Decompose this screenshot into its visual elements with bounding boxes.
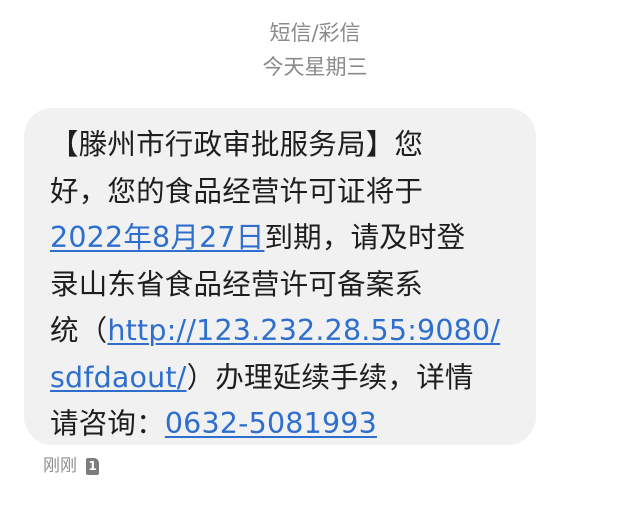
message-text: 请咨询： (50, 407, 165, 440)
expiry-date-link[interactable]: 2022年8月27日 (50, 221, 264, 254)
message-line: 请咨询：0632-5081993 (50, 401, 522, 448)
message-timestamp: 刚刚 (43, 456, 77, 476)
sim-card-icon: 1 (86, 457, 99, 475)
url-link[interactable]: http://123.232.28.55:9080/ (107, 314, 500, 347)
message-line: 2022年8月27日到期，请及时登 (50, 215, 522, 262)
message-text: 到期，请及时登 (264, 221, 466, 254)
message-body: 【滕州市行政审批服务局】您 好，您的食品经营许可证将于 2022年8月27日到期… (50, 122, 522, 448)
message-bubble[interactable]: 【滕州市行政审批服务局】您 好，您的食品经营许可证将于 2022年8月27日到期… (24, 108, 536, 445)
phone-number-link[interactable]: 0632-5081993 (165, 407, 377, 440)
message-line: 录山东省食品经营许可备案系 (50, 267, 424, 301)
url-link-continued[interactable]: sdfdaout/ (50, 361, 187, 394)
message-footer: 刚刚 1 (43, 455, 99, 477)
date-separator: 今天星期三 (262, 55, 368, 79)
message-line: 统（http://123.232.28.55:9080/ (50, 308, 522, 355)
message-line: 【滕州市行政审批服务局】您 (50, 128, 424, 161)
message-text: ）办理延续手续，详情 (186, 360, 474, 394)
message-line: sdfdaout/）办理延续手续，详情 (50, 355, 522, 402)
message-line: 好，您的食品经营许可证将于 (50, 174, 424, 208)
message-text: 统（ (50, 314, 108, 347)
message-type-label: 短信/彩信 (269, 21, 361, 45)
